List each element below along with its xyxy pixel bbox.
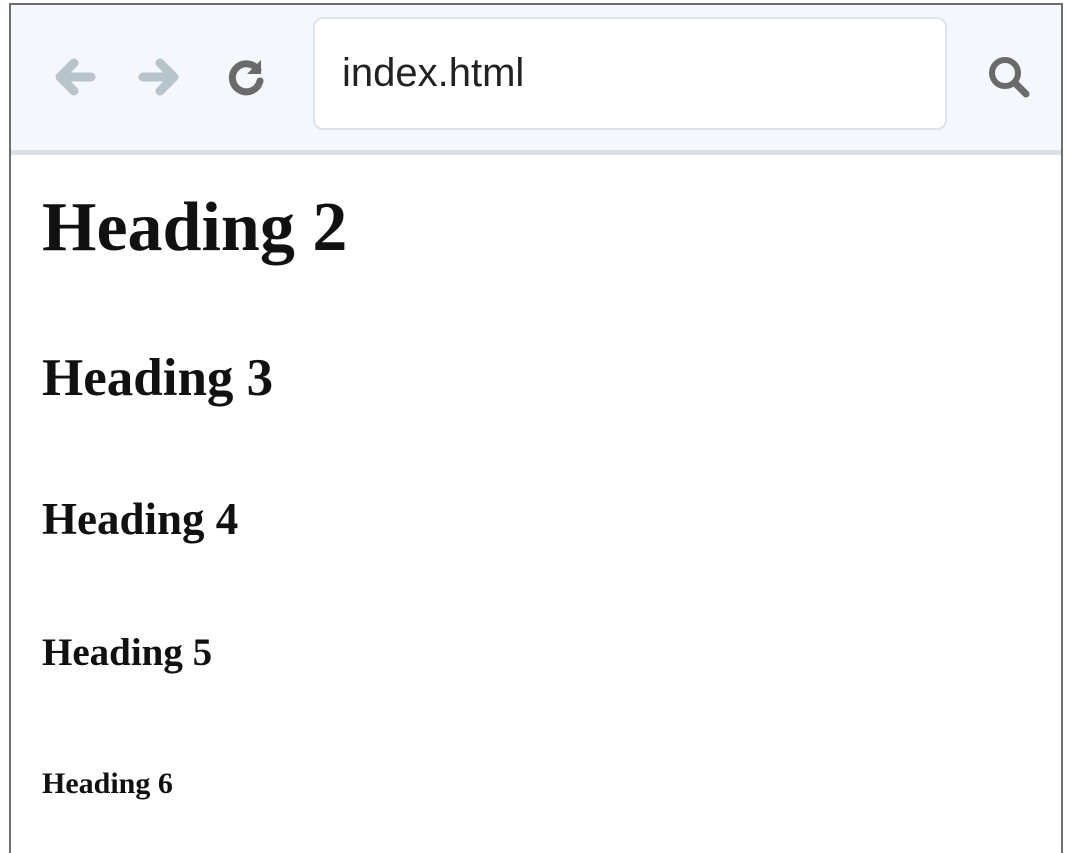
reload-icon — [227, 57, 267, 97]
browser-toolbar: index.html — [11, 5, 1061, 155]
browser-window: index.html Heading 2 Heading 3 Heading 4… — [9, 3, 1063, 853]
search-button[interactable] — [983, 53, 1035, 105]
heading-2: Heading 2 — [42, 189, 348, 266]
page-content: Heading 2 Heading 3 Heading 4 Heading 5 … — [42, 155, 1061, 853]
heading-5: Heading 5 — [42, 631, 213, 674]
arrow-left-icon — [54, 57, 96, 97]
address-bar[interactable]: index.html — [313, 17, 947, 130]
heading-3: Heading 3 — [42, 349, 274, 407]
heading-6: Heading 6 — [42, 767, 173, 800]
search-icon — [986, 54, 1032, 105]
address-text: index.html — [342, 51, 525, 95]
arrow-right-icon — [138, 57, 180, 97]
reload-button[interactable] — [225, 52, 269, 102]
heading-4: Heading 4 — [42, 494, 239, 544]
forward-button[interactable] — [137, 52, 181, 102]
back-button[interactable] — [53, 52, 97, 102]
